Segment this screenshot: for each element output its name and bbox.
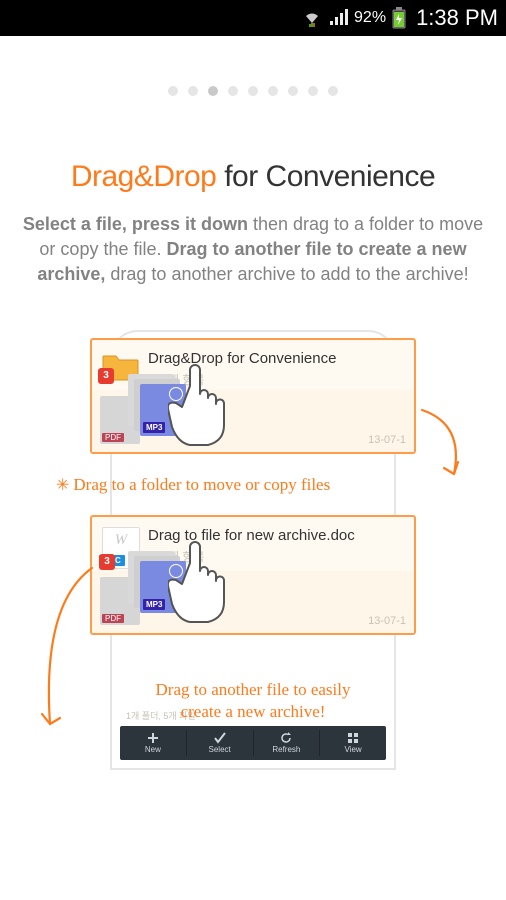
toolbar-refresh-label: Refresh [272, 745, 300, 754]
page-dot[interactable] [328, 86, 338, 96]
mp3-tag: MP3 [143, 422, 165, 433]
toolbar-view-label: View [345, 745, 362, 754]
description: Select a file, press it down then drag t… [0, 212, 506, 288]
battery-icon [392, 7, 406, 29]
page-dot[interactable] [308, 86, 318, 96]
wifi-icon [302, 9, 322, 27]
annotation-2: Drag to another file to easily create a … [68, 679, 438, 725]
page-dot[interactable] [288, 86, 298, 96]
annotation-1: Drag to a folder to move or copy files [56, 474, 438, 497]
battery-percent: 92% [354, 9, 386, 27]
status-time: 1:38 PM [416, 5, 498, 31]
toolbar-new: New [120, 730, 187, 756]
toolbar-refresh: Refresh [254, 730, 321, 756]
status-bar: 92% 1:38 PM [0, 0, 506, 36]
toolbar-view: View [320, 730, 386, 756]
desc-bold-1: Select a file, press it down [23, 214, 248, 234]
card1-date: 13-07-1 [368, 434, 406, 446]
title-rest: for Convenience [216, 160, 435, 193]
toolbar-select-label: Select [209, 745, 231, 754]
hand-pointer-icon [168, 537, 228, 627]
annotation-2-line1: Drag to another file to easily [156, 680, 351, 699]
pagination-dots[interactable] [0, 36, 506, 96]
page-dot[interactable] [268, 86, 278, 96]
onboarding-page: Drag&Drop for Convenience Select a file,… [0, 36, 506, 900]
toolbar-select: Select [187, 730, 254, 756]
drag-file-stack: MP3 [128, 551, 186, 613]
phone-toolbar: New Select Refresh View [120, 726, 386, 760]
page-dot[interactable] [248, 86, 258, 96]
title-highlight: Drag&Drop [71, 160, 217, 193]
page-dot-active[interactable] [208, 86, 218, 96]
demo-card-folder: 3 Drag&Drop for Convenience 126개 항목 1306… [90, 338, 416, 454]
card2-date: 13-07-1 [368, 615, 406, 627]
demo-card-file: DOC 3 Drag to file for new archive.doc 1… [90, 515, 416, 635]
signal-icon [328, 9, 348, 27]
illustration-mockup: 1개 폴더, 5개 파일 New Select Refresh View [68, 338, 438, 725]
hand-pointer-icon [168, 360, 228, 450]
desc-text-2: drag to another archive to add to the ar… [105, 264, 468, 284]
page-dot[interactable] [168, 86, 178, 96]
page-dot[interactable] [188, 86, 198, 96]
mp3-tag: MP3 [143, 599, 165, 610]
count-badge: 3 [98, 368, 114, 384]
page-title: Drag&Drop for Convenience [0, 160, 506, 194]
toolbar-new-label: New [145, 745, 161, 754]
page-dot[interactable] [228, 86, 238, 96]
annotation-2-line2: create a new archive! [181, 702, 326, 721]
drag-file-stack: MP3 [128, 374, 186, 436]
